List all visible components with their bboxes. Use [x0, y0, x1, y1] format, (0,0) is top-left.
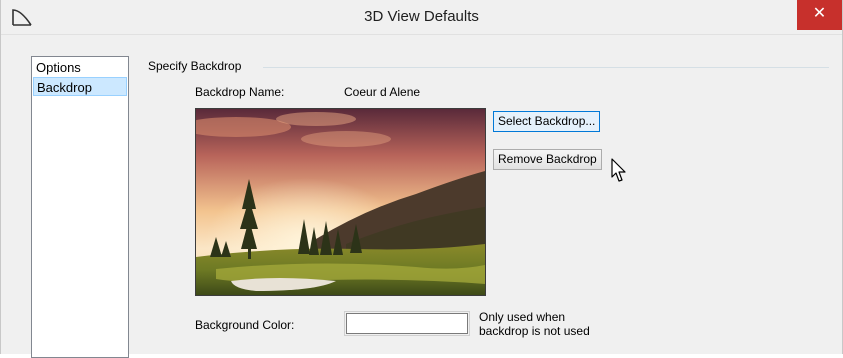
background-color-label: Background Color:	[195, 318, 295, 332]
group-divider	[263, 67, 829, 68]
note-line-2: backdrop is not used	[479, 324, 590, 338]
backdrop-name-label: Backdrop Name:	[195, 85, 285, 99]
close-button[interactable]: ✕	[797, 0, 842, 30]
background-color-note: Only used when backdrop is not used	[479, 310, 590, 338]
mouse-pointer-icon	[611, 158, 626, 182]
dialog-window: 3D View Defaults ✕ Options Backdrop Spec…	[0, 0, 843, 358]
title-bar[interactable]: 3D View Defaults ✕	[1, 0, 842, 35]
specify-backdrop-group-label: Specify Backdrop	[148, 59, 242, 73]
background-color-swatch[interactable]	[344, 311, 470, 336]
nav-item-options[interactable]: Options	[33, 58, 127, 77]
note-line-1: Only used when	[479, 310, 566, 324]
category-list[interactable]: Options Backdrop	[31, 56, 129, 358]
backdrop-preview-image	[195, 108, 486, 296]
select-backdrop-button[interactable]: Select Backdrop...	[493, 111, 601, 132]
backdrop-name-value: Coeur d Alene	[344, 85, 421, 99]
remove-backdrop-button[interactable]: Remove Backdrop	[493, 149, 602, 170]
nav-item-backdrop[interactable]: Backdrop	[33, 77, 127, 96]
window-title: 3D View Defaults	[364, 8, 479, 25]
dialog-body: Options Backdrop Specify Backdrop Backdr…	[1, 35, 842, 358]
